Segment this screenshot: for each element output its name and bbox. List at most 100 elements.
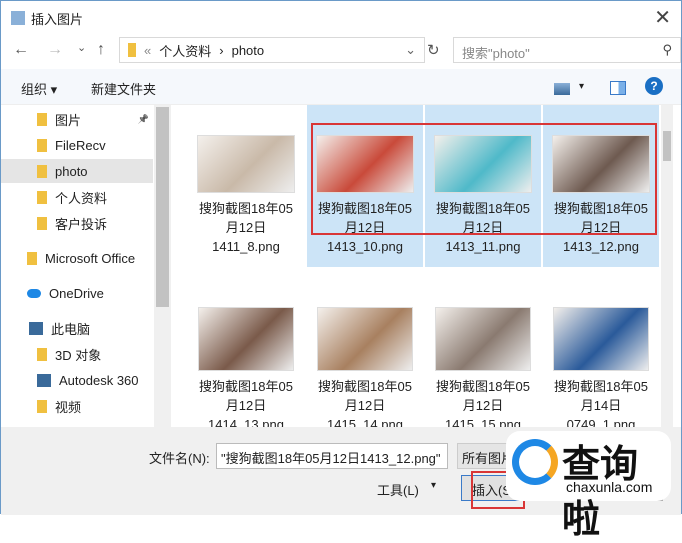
sidebar-item[interactable]: Microsoft Office [1,246,153,270]
window-title: 插入图片 [31,11,84,27]
address-bar[interactable]: « 个人资料 › photo ⌄ [119,37,425,63]
image-thumbnail [317,307,413,371]
file-name-line: 1411_8.png [212,239,280,254]
sidebar-item-label: 个人资料 [55,190,108,206]
folder-icon [37,373,51,387]
folder-icon [128,43,136,57]
sidebar-item-label: 视频 [55,399,82,415]
folder-icon [37,164,47,178]
sidebar-item[interactable]: OneDrive [1,281,153,305]
sidebar-item-label: 客户投诉 [55,216,108,232]
file-name-line: 1415_14.png [327,417,403,427]
watermark-url: chaxunla.com [566,479,653,495]
navigation-pane: 图片 📌 FileRecv photo 个人资料客户投诉 Microsoft Office… [1,105,171,427]
sidebar-item[interactable]: 个人资料 [1,185,153,209]
sidebar-item[interactable]: 3D 对象 [1,342,153,366]
cloud-icon [27,288,41,298]
pin-icon[interactable]: 📌 [138,114,149,125]
tools-dropdown-icon[interactable]: ▾ [431,480,436,491]
image-thumbnail [198,307,294,371]
file-name-line: 月12日 [344,398,386,413]
breadcrumb-personal[interactable]: 个人资料 [159,41,211,60]
breadcrumb-separator[interactable]: › [219,43,223,58]
search-placeholder: 搜索"photo" [462,46,530,61]
file-list: 搜狗截图18年05 月14日 0749_1.png 搜狗截图18年05 月12日 1415… [173,105,673,427]
back-button[interactable]: ← [13,41,29,59]
picture-icon [11,11,25,25]
new-folder-button[interactable]: 新建文件夹 [91,79,156,98]
folder-icon [37,216,47,230]
close-button[interactable]: ✕ [654,5,671,30]
file-name-line: 1415_15.png [445,417,521,427]
view-icon[interactable] [554,83,570,95]
forward-button[interactable]: → [47,41,63,59]
file-item[interactable]: 搜狗截图18年05 月12日 1415_15.png [425,303,541,427]
file-name-line: 搜狗截图18年05 [554,379,648,394]
computer-icon [29,321,43,335]
file-name-line: 搜狗截图18年05 [199,201,293,216]
sidebar-scrollbar[interactable] [154,105,171,427]
file-name-line: 1413_11.png [445,239,521,254]
navigation-bar: ← → ⌄ ↑ « 个人资料 › photo ⌄ ↻ 搜索"photo" ⚲ [9,37,681,65]
image-thumbnail [197,135,295,193]
file-name-line: 月12日 [225,398,267,413]
file-item[interactable]: 搜狗截图18年05 月12日 1411_8.png [188,105,304,267]
file-name-line: 0749_1.png [566,417,636,427]
recent-locations-button[interactable]: ⌄ [77,41,86,54]
help-icon[interactable]: ? [645,77,663,95]
breadcrumb-photo[interactable]: photo [232,43,265,58]
search-input[interactable]: 搜索"photo" ⚲ [453,37,681,63]
file-name-line: 搜狗截图18年05 [199,379,293,394]
sidebar-item-label: 此电脑 [51,321,91,337]
file-item[interactable]: 搜狗截图18年05 月12日 1415_14.png [307,303,423,427]
sidebar-item[interactable]: 视频 [1,394,153,418]
file-name-line: 1413_10.png [327,239,403,254]
scrollbar-thumb[interactable] [156,107,169,307]
file-item[interactable]: 搜狗截图18年05 月14日 0749_1.png [543,303,659,427]
up-button[interactable]: ↑ [97,41,105,59]
content-scrollbar[interactable] [661,105,673,427]
image-thumbnail [435,307,531,371]
file-item[interactable]: 搜狗截图18年05 月12日 1414_13.png [188,303,304,427]
watermark-q-icon [512,439,558,485]
overflow-chevron[interactable]: « [144,43,151,58]
sidebar-item[interactable]: Autodesk 360 [1,368,153,392]
folder-icon [37,190,47,204]
search-icon[interactable]: ⚲ [662,42,672,58]
folder-icon [37,347,47,361]
scrollbar-thumb[interactable] [663,131,671,161]
folder-icon [37,399,47,413]
sidebar-item[interactable]: 图片 📌 [1,107,153,131]
folder-icon [37,138,47,152]
file-name-line: 月14日 [580,398,622,413]
image-thumbnail [553,307,649,371]
file-name-line: 1413_12.png [563,239,639,254]
sidebar-item[interactable]: 此电脑 [1,316,153,340]
address-dropdown-icon[interactable]: ⌄ [405,42,416,58]
sidebar-item[interactable]: 客户投诉 [1,211,153,235]
filename-input[interactable]: "搜狗截图18年05月12日1413_12.png" [216,443,448,469]
tools-button[interactable]: 工具(L) [377,480,419,499]
view-dropdown[interactable]: ▾ [579,81,584,92]
file-name-line: 月12日 [462,398,504,413]
sidebar-item[interactable]: FileRecv [1,133,153,157]
file-name-line: 月12日 [225,220,267,235]
selection-highlight-box [311,123,657,235]
refresh-icon[interactable]: ↻ [427,41,440,59]
toolbar: 组织 ▾ 新建文件夹 ▾ ? [1,69,681,105]
file-name-line: 搜狗截图18年05 [318,379,412,394]
sidebar-item-label: Microsoft Office [45,250,136,266]
title-bar: 插入图片 [11,7,83,29]
organize-button[interactable]: 组织 ▾ [21,79,57,98]
preview-pane-icon[interactable] [610,81,626,95]
sidebar-item-label: 3D 对象 [55,347,102,363]
sidebar-item[interactable]: photo [1,159,153,183]
file-name-line: 1414_13.png [208,417,284,427]
sidebar-item-label: FileRecv [55,137,106,153]
folder-icon [37,112,47,126]
watermark-logo: 查询啦 chaxunla.com [506,431,671,541]
sidebar-item-label: 图片 [55,112,82,128]
sidebar-item-label: OneDrive [49,285,104,301]
filename-label: 文件名(N): [149,451,210,466]
file-name-line: 搜狗截图18年05 [436,379,530,394]
